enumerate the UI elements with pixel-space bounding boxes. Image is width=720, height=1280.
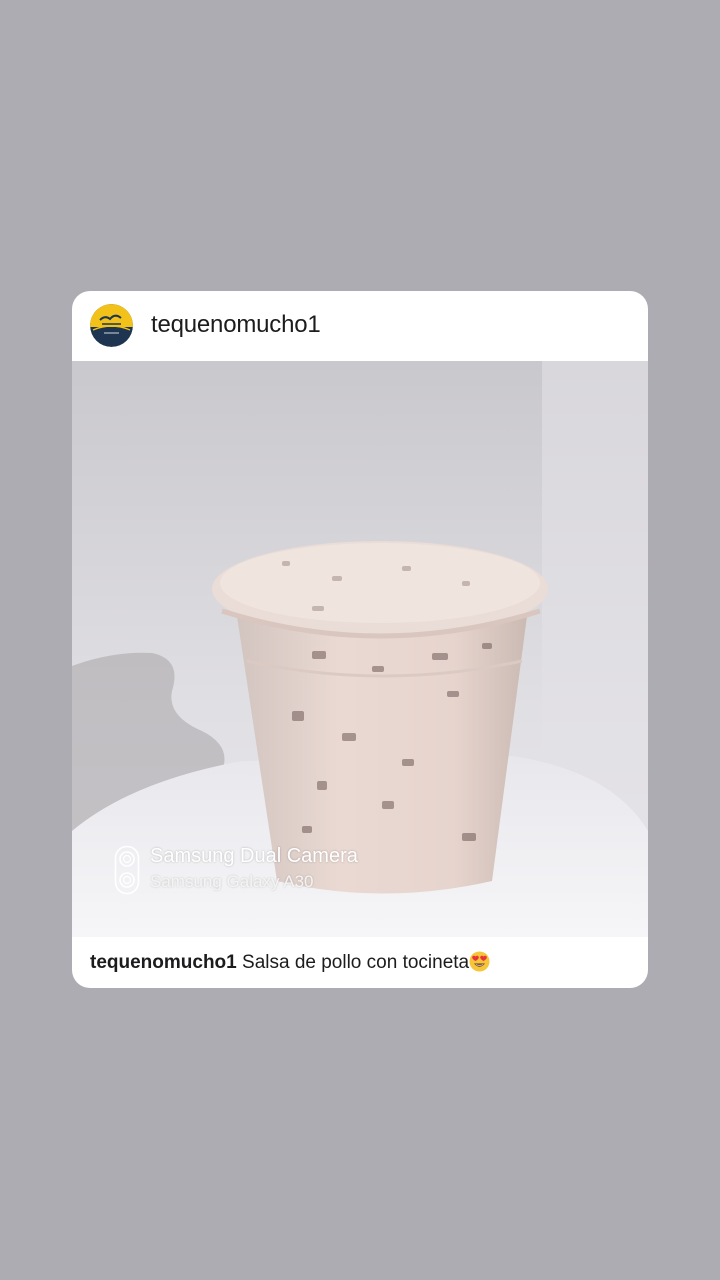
post-card: tequenomucho1 Samsung Dual Camera Samsun… [72,291,648,988]
post-caption: tequenomucho1 Salsa de pollo con tocinet… [90,951,635,974]
watermark-device: Samsung Galaxy A30 [150,872,314,891]
watermark-title: Samsung Dual Camera [150,845,358,867]
caption-username[interactable]: tequenomucho1 [90,952,237,973]
caption-text: Salsa de pollo con tocineta [242,952,470,973]
post-header: tequenomucho1 [72,291,648,361]
post-username[interactable]: tequenomucho1 [151,311,321,339]
avatar-logo-icon [90,304,133,347]
avatar[interactable] [90,304,133,347]
dual-camera-icon [114,845,140,895]
heart-eyes-emoji-icon [469,951,490,972]
post-photo[interactable]: Samsung Dual Camera Samsung Galaxy A30 [72,361,648,937]
